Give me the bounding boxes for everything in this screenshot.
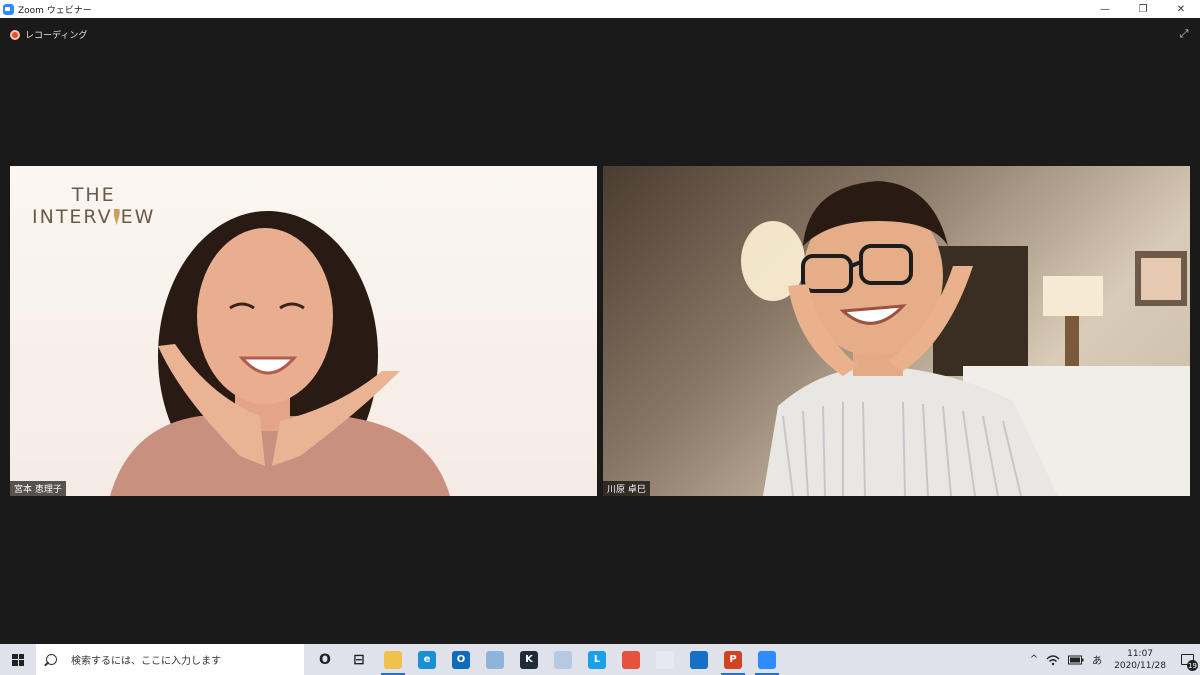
restore-button[interactable]: ❐: [1124, 0, 1162, 18]
taskbar-file-explorer-button[interactable]: [376, 644, 410, 675]
battery-glyph: [1068, 655, 1084, 664]
participant-video: [741, 181, 1190, 496]
chrome-icon: [622, 650, 640, 669]
recording-indicator: レコーディング: [10, 28, 87, 41]
paint-icon: [554, 650, 572, 669]
fullscreen-icon[interactable]: ⤢: [1178, 28, 1190, 40]
taskbar: 検索するには、ここに入力します O ⊟ e O K L P ^ あ 11:07 2020/1…: [0, 644, 1200, 675]
cortana-icon: O: [319, 651, 331, 668]
video-tile-speaker-1[interactable]: THE INTERV EW 宮本 恵理子: [10, 166, 597, 496]
taskbar-app-button[interactable]: [478, 644, 512, 675]
taskbar-kindle-button[interactable]: K: [512, 644, 546, 675]
taskbar-zoom-button[interactable]: [750, 644, 784, 675]
file-explorer-icon: [384, 650, 402, 669]
window-controls: — ❐ ✕: [1086, 0, 1200, 18]
kindle-icon: K: [520, 650, 538, 669]
logo-line-2a: INTERV: [32, 206, 113, 228]
participant-name-tag: 川原 卓巳: [603, 481, 650, 496]
l-app-icon: L: [588, 650, 606, 669]
notification-badge: 19: [1187, 660, 1198, 671]
clock[interactable]: 11:07 2020/11/28: [1106, 648, 1174, 672]
title-bar: Zoom ウェビナー — ❐ ✕: [0, 0, 1200, 18]
edge-icon: e: [418, 650, 436, 669]
meeting-area: レコーディング ⤢ THE INTERV EW 宮本 恵理子 川原 卓巳: [0, 18, 1200, 644]
windows-logo-icon: [12, 653, 24, 666]
zoom-app-icon: [3, 3, 14, 15]
recording-label: レコーディング: [25, 31, 88, 41]
logo-line-1: THE: [71, 184, 116, 206]
pen-nib-icon: [113, 209, 120, 225]
logo-line-2b: EW: [120, 206, 156, 228]
ime-indicator[interactable]: あ: [1088, 644, 1106, 675]
video-tile-speaker-2[interactable]: 川原 卓巳: [603, 166, 1190, 496]
clock-time: 11:07: [1127, 648, 1154, 659]
clock-date: 2020/11/28: [1114, 660, 1166, 671]
taskbar-task-view-button[interactable]: ⊟: [342, 644, 376, 675]
window-title: Zoom ウェビナー: [18, 5, 92, 16]
record-icon: [10, 29, 20, 40]
taskbar-cortana-button[interactable]: O: [308, 644, 342, 675]
interview-logo: THE INTERV EW: [32, 184, 155, 228]
task-view-icon: ⊟: [353, 651, 365, 668]
zoom-icon: [758, 650, 776, 669]
battery-icon[interactable]: [1064, 644, 1088, 675]
action-center-button[interactable]: 19: [1174, 644, 1200, 675]
system-tray: ^ あ 11:07 2020/11/28 19: [1026, 644, 1200, 675]
taskbar-apps: O ⊟ e O K L P: [308, 644, 784, 675]
taskbar-powerpoint-button[interactable]: P: [716, 644, 750, 675]
participant-name-tag: 宮本 恵理子: [10, 481, 66, 496]
outlook-icon: O: [452, 650, 470, 669]
taskbar-mail-button[interactable]: [682, 644, 716, 675]
powerpoint-icon: P: [724, 650, 742, 669]
taskbar-search[interactable]: 検索するには、ここに入力します: [36, 644, 304, 675]
start-button[interactable]: [0, 644, 36, 675]
app-icon: [486, 650, 504, 669]
search-icon: [46, 654, 57, 665]
taskbar-outlook-button[interactable]: O: [444, 644, 478, 675]
search-placeholder: 検索するには、ここに入力します: [71, 656, 221, 667]
logo-line-2: INTERV EW: [32, 206, 155, 228]
minimize-button[interactable]: —: [1086, 0, 1124, 18]
wifi-icon[interactable]: [1042, 644, 1064, 675]
taskbar-paint-button[interactable]: [546, 644, 580, 675]
taskbar-l-app-button[interactable]: L: [580, 644, 614, 675]
snip-icon: [656, 650, 674, 669]
tray-chevron-icon[interactable]: ^: [1026, 644, 1042, 675]
taskbar-edge-button[interactable]: e: [410, 644, 444, 675]
taskbar-snip-button[interactable]: [648, 644, 682, 675]
close-button[interactable]: ✕: [1162, 0, 1200, 18]
mail-icon: [690, 650, 708, 669]
taskbar-chrome-button[interactable]: [614, 644, 648, 675]
wifi-glyph: [1046, 654, 1060, 665]
